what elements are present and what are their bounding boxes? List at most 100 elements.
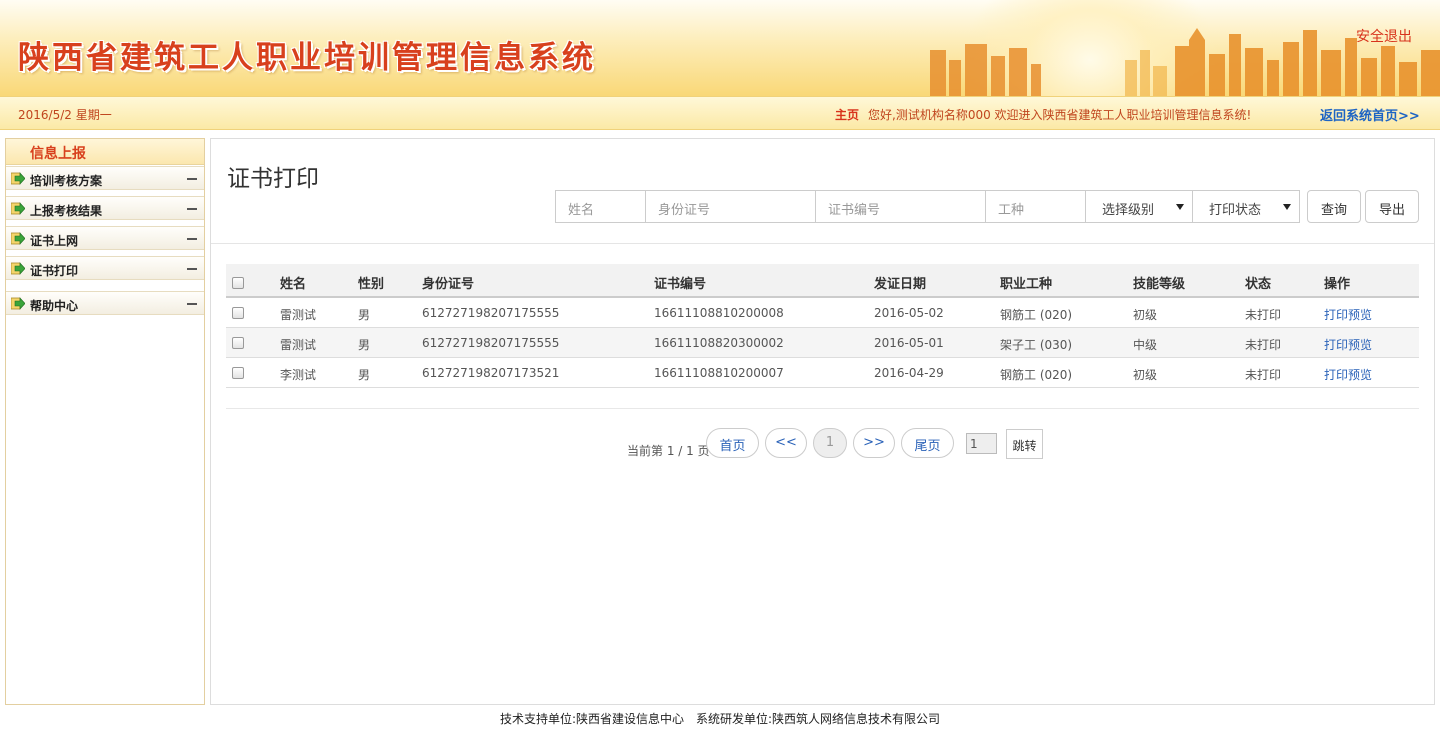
cell-gender: 男: [358, 368, 371, 382]
cell-level: 初级: [1133, 368, 1158, 382]
info-bar: 2016/5/2 星期一 主页 您好,测试机构名称000 欢迎进入陕西省建筑工人…: [0, 96, 1440, 130]
table-row: 雷测试 男 612727198207175555 166111088102000…: [226, 298, 1419, 328]
logout-button[interactable]: 安全退出: [1356, 26, 1412, 46]
cert-table: 姓名 性别 身份证号 证书编号 发证日期 职业工种 技能等级 状态 操作 雷测试…: [226, 264, 1419, 388]
col-header-status: 状态: [1245, 277, 1272, 292]
footer: 技术支持单位:陕西省建设信息中心 系统研发单位:陕西筑人网络信息技术有限公司: [0, 710, 1440, 727]
cell-name: 雷测试: [280, 338, 317, 352]
cell-level: 中级: [1133, 338, 1158, 352]
print-preview-link[interactable]: 打印预览: [1324, 366, 1372, 383]
cell-name: 李测试: [280, 368, 317, 382]
sidebar-item-label: 帮助中心: [30, 299, 79, 313]
home-link[interactable]: 主页: [835, 106, 859, 123]
print-status-select[interactable]: 打印状态: [1192, 190, 1300, 223]
id-number-input[interactable]: 身份证号: [645, 190, 816, 223]
col-header-trade: 职业工种: [1000, 277, 1053, 292]
cell-cert-no: 16611108810200008: [654, 306, 784, 320]
sidebar-item-label: 证书打印: [30, 264, 79, 278]
back-to-home-link[interactable]: 返回系统首页>>: [1320, 105, 1420, 124]
cell-cert-no: 16611108810200007: [654, 366, 784, 380]
green-arrow-icon: [11, 297, 25, 310]
export-button[interactable]: 导出: [1365, 190, 1419, 223]
cert-number-input[interactable]: 证书编号: [815, 190, 986, 223]
collapse-icon[interactable]: [187, 238, 197, 240]
col-header-name: 姓名: [280, 277, 307, 292]
level-select[interactable]: 选择级别: [1085, 190, 1193, 223]
cell-issue-date: 2016-04-29: [874, 366, 944, 380]
cell-status: 未打印: [1245, 308, 1282, 322]
select-all-checkbox[interactable]: [232, 277, 244, 289]
cell-cert-no: 16611108820300002: [654, 336, 784, 350]
green-arrow-icon: [11, 262, 25, 275]
col-header-issue-date: 发证日期: [874, 277, 927, 292]
current-page-button[interactable]: 1: [813, 428, 847, 458]
print-preview-link[interactable]: 打印预览: [1324, 336, 1372, 353]
system-title: 陕西省建筑工人职业培训管理信息系统: [18, 40, 596, 76]
row-checkbox[interactable]: [232, 307, 244, 319]
cell-issue-date: 2016-05-01: [874, 336, 944, 350]
table-bottom-divider: [226, 408, 1419, 409]
sidebar-item-cert-online[interactable]: 证书上网: [6, 226, 204, 250]
name-input[interactable]: 姓名: [555, 190, 646, 223]
cell-id: 612727198207173521: [422, 366, 560, 380]
cell-trade: 钢筋工 (020): [1000, 368, 1073, 382]
sidebar-item-cert-print[interactable]: 证书打印: [6, 256, 204, 280]
divider: [211, 243, 1434, 244]
cell-gender: 男: [358, 308, 371, 322]
header-banner: 陕西省建筑工人职业培训管理信息系统 安全退出: [0, 0, 1440, 96]
last-page-button[interactable]: 尾页: [901, 428, 954, 458]
sidebar-item-help-center[interactable]: 帮助中心: [6, 291, 204, 315]
sidebar-item-label: 上报考核结果: [30, 204, 103, 218]
sidebar-title: 信息上报: [6, 139, 204, 165]
main-panel: 证书打印 姓名 身份证号 证书编号 工种 选择级别 打印状态 查询 导出 姓名 …: [210, 138, 1435, 705]
sidebar: 信息上报 培训考核方案 上报考核结果 证书上网 证书打印 帮助中心: [5, 138, 205, 705]
cell-status: 未打印: [1245, 368, 1282, 382]
cell-level: 初级: [1133, 308, 1158, 322]
prev-page-button[interactable]: <<: [765, 428, 807, 458]
dropdown-arrow-icon: [1176, 204, 1184, 210]
row-checkbox[interactable]: [232, 367, 244, 379]
table-header: 姓名 性别 身份证号 证书编号 发证日期 职业工种 技能等级 状态 操作: [226, 264, 1419, 298]
query-button[interactable]: 查询: [1307, 190, 1361, 223]
table-row: 李测试 男 612727198207173521 166111088102000…: [226, 358, 1419, 388]
collapse-icon[interactable]: [187, 178, 197, 180]
first-page-button[interactable]: 首页: [706, 428, 759, 458]
page-info: 当前第 1 / 1 页: [627, 444, 710, 458]
level-select-value: 选择级别: [1102, 203, 1155, 218]
row-checkbox[interactable]: [232, 337, 244, 349]
green-arrow-icon: [11, 172, 25, 185]
welcome-message: 您好,测试机构名称000 欢迎进入陕西省建筑工人职业培训管理信息系统!: [868, 108, 1252, 122]
jump-button[interactable]: 跳转: [1006, 429, 1043, 459]
col-header-id: 身份证号: [422, 277, 475, 292]
col-header-level: 技能等级: [1133, 277, 1186, 292]
current-date: 2016/5/2 星期一: [18, 108, 112, 122]
next-page-button[interactable]: >>: [853, 428, 895, 458]
cell-status: 未打印: [1245, 338, 1282, 352]
sidebar-item-training-plan[interactable]: 培训考核方案: [6, 166, 204, 190]
green-arrow-icon: [11, 202, 25, 215]
col-header-action: 操作: [1324, 277, 1351, 292]
green-arrow-icon: [11, 232, 25, 245]
sidebar-item-report-results[interactable]: 上报考核结果: [6, 196, 204, 220]
cell-id: 612727198207175555: [422, 336, 560, 350]
collapse-icon[interactable]: [187, 268, 197, 270]
cell-id: 612727198207175555: [422, 306, 560, 320]
col-header-cert-no: 证书编号: [654, 277, 707, 292]
trade-input[interactable]: 工种: [985, 190, 1086, 223]
cell-issue-date: 2016-05-02: [874, 306, 944, 320]
print-status-select-value: 打印状态: [1209, 203, 1262, 218]
col-header-gender: 性别: [358, 277, 385, 292]
collapse-icon[interactable]: [187, 303, 197, 305]
sidebar-item-label: 培训考核方案: [30, 174, 103, 188]
cell-trade: 架子工 (030): [1000, 338, 1073, 352]
page-number-input[interactable]: 1: [966, 433, 997, 454]
footer-support: 技术支持单位:陕西省建设信息中心: [499, 712, 684, 726]
footer-developer: 系统研发单位:陕西筑人网络信息技术有限公司: [696, 712, 941, 726]
page-title: 证书打印: [227, 166, 319, 192]
print-preview-link[interactable]: 打印预览: [1324, 306, 1372, 323]
sidebar-item-label: 证书上网: [30, 234, 79, 248]
cell-trade: 钢筋工 (020): [1000, 308, 1073, 322]
collapse-icon[interactable]: [187, 208, 197, 210]
table-row: 雷测试 男 612727198207175555 166111088203000…: [226, 328, 1419, 358]
cell-gender: 男: [358, 338, 371, 352]
